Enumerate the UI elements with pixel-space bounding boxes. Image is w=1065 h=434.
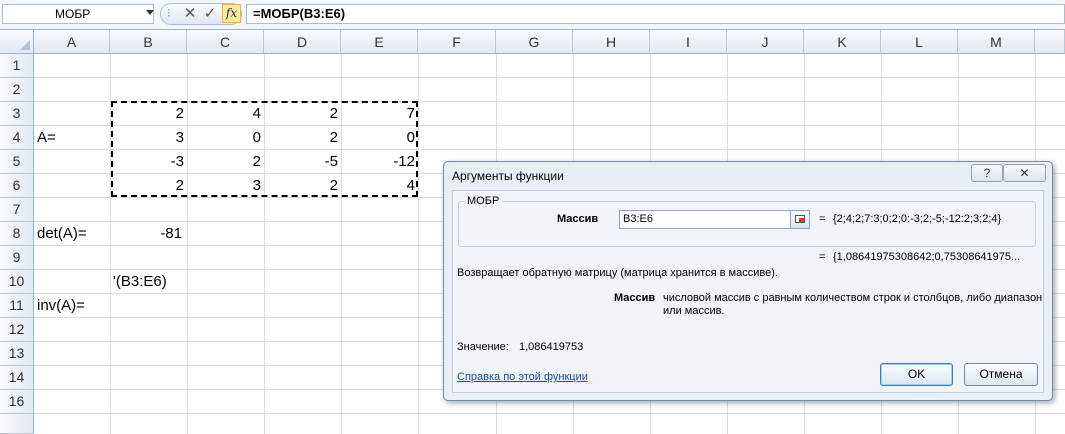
collapse-dialog-button[interactable] — [790, 211, 809, 228]
column-header[interactable]: B — [110, 30, 187, 54]
result-equals: = — [819, 251, 826, 263]
label-inv[interactable]: inv(A)= — [37, 294, 85, 317]
grip-icon: ⁝ — [167, 6, 171, 20]
range-select-icon-accent — [799, 218, 805, 222]
row-header[interactable]: 9 — [0, 246, 34, 270]
formula-bar-buttons: ⁝ ✕ ✓ fx — [160, 3, 242, 25]
row-header[interactable]: 6 — [0, 174, 34, 198]
formula-bar: МОБР ⁝ ✕ ✓ fx =МОБР(B3:E6) — [0, 0, 1065, 30]
range-selection-marquee — [111, 101, 418, 197]
row-header[interactable] — [0, 414, 34, 434]
label-a[interactable]: A= — [37, 126, 56, 149]
det-value[interactable]: -81 — [110, 222, 187, 245]
column-header[interactable]: F — [418, 30, 496, 54]
result-preview: {1,08641975308642;0,75308641975... — [833, 251, 1021, 263]
function-name: МОБР — [464, 195, 503, 207]
column-header[interactable]: C — [187, 30, 264, 54]
argument-description: числовой массив с равным количеством стр… — [663, 292, 1043, 317]
column-header[interactable] — [1035, 30, 1065, 54]
row-header[interactable]: 2 — [0, 78, 34, 102]
row-header[interactable]: 13 — [0, 342, 34, 366]
insert-function-button[interactable]: fx — [222, 4, 241, 23]
column-header[interactable]: E — [341, 30, 418, 54]
row-header[interactable]: 5 — [0, 150, 34, 174]
row-header[interactable]: 4 — [0, 126, 34, 150]
function-help-link[interactable]: Справка по этой функции — [457, 371, 588, 383]
argument-description-name: Массив — [614, 292, 656, 304]
column-header[interactable]: K — [804, 30, 881, 54]
row-header[interactable]: 7 — [0, 198, 34, 222]
column-header[interactable]: A — [34, 30, 110, 54]
column-header[interactable]: D — [264, 30, 341, 54]
help-button[interactable]: ? — [971, 164, 1003, 182]
select-all-icon — [20, 40, 30, 50]
column-header[interactable]: M — [958, 30, 1035, 54]
row-header[interactable]: 8 — [0, 222, 34, 246]
ok-button[interactable]: OK — [880, 363, 953, 386]
column-header[interactable]: L — [881, 30, 958, 54]
value-label: Значение: — [457, 341, 509, 353]
gridline — [418, 54, 419, 434]
chevron-down-icon[interactable] — [146, 10, 154, 15]
argument-preview: {2;4;2;7:3;0;2;0:-3;2;-5;-12:2;3;2;4} — [833, 213, 1002, 225]
gridline — [34, 413, 1065, 414]
cancel-formula-button[interactable]: ✕ — [181, 5, 199, 23]
column-header[interactable]: G — [496, 30, 573, 54]
value-result: 1,086419753 — [519, 341, 584, 353]
column-header[interactable]: I — [650, 30, 727, 54]
function-arguments-dialog: Аргументы функции ? ✕ МОБР Массив B3:E6 … — [443, 161, 1053, 401]
row-header[interactable]: 10 — [0, 270, 34, 294]
array-argument-input[interactable]: B3:E6 — [619, 210, 810, 229]
enter-formula-button[interactable]: ✓ — [201, 5, 219, 23]
row-header[interactable]: 12 — [0, 318, 34, 342]
row-header[interactable]: 3 — [0, 102, 34, 126]
dialog-body: МОБР Массив B3:E6 = {2;4;2;7:3;0;2;0:-3;… — [452, 190, 1044, 393]
column-header[interactable]: J — [727, 30, 804, 54]
column-header[interactable]: H — [573, 30, 650, 54]
row-header[interactable]: 14 — [0, 366, 34, 390]
row-header[interactable]: 1 — [0, 54, 34, 78]
cancel-button[interactable]: Отмена — [964, 363, 1038, 386]
select-all-corner[interactable] — [0, 30, 34, 54]
argument-label: Массив — [557, 213, 599, 225]
close-button[interactable]: ✕ — [1003, 164, 1046, 182]
label-det[interactable]: det(A)= — [37, 222, 87, 245]
name-box[interactable]: МОБР — [2, 4, 154, 24]
row-header[interactable]: 16 — [0, 390, 34, 414]
argument-equals: = — [819, 213, 826, 225]
dialog-title: Аргументы функции — [452, 169, 564, 183]
editing-cell[interactable]: '(B3:E6) — [113, 270, 167, 293]
function-description: Возвращает обратную матрицу (матрица хра… — [457, 267, 778, 279]
formula-input[interactable]: =МОБР(B3:E6) — [246, 4, 1065, 24]
gridline — [34, 77, 1065, 78]
row-header[interactable]: 11 — [0, 294, 34, 318]
